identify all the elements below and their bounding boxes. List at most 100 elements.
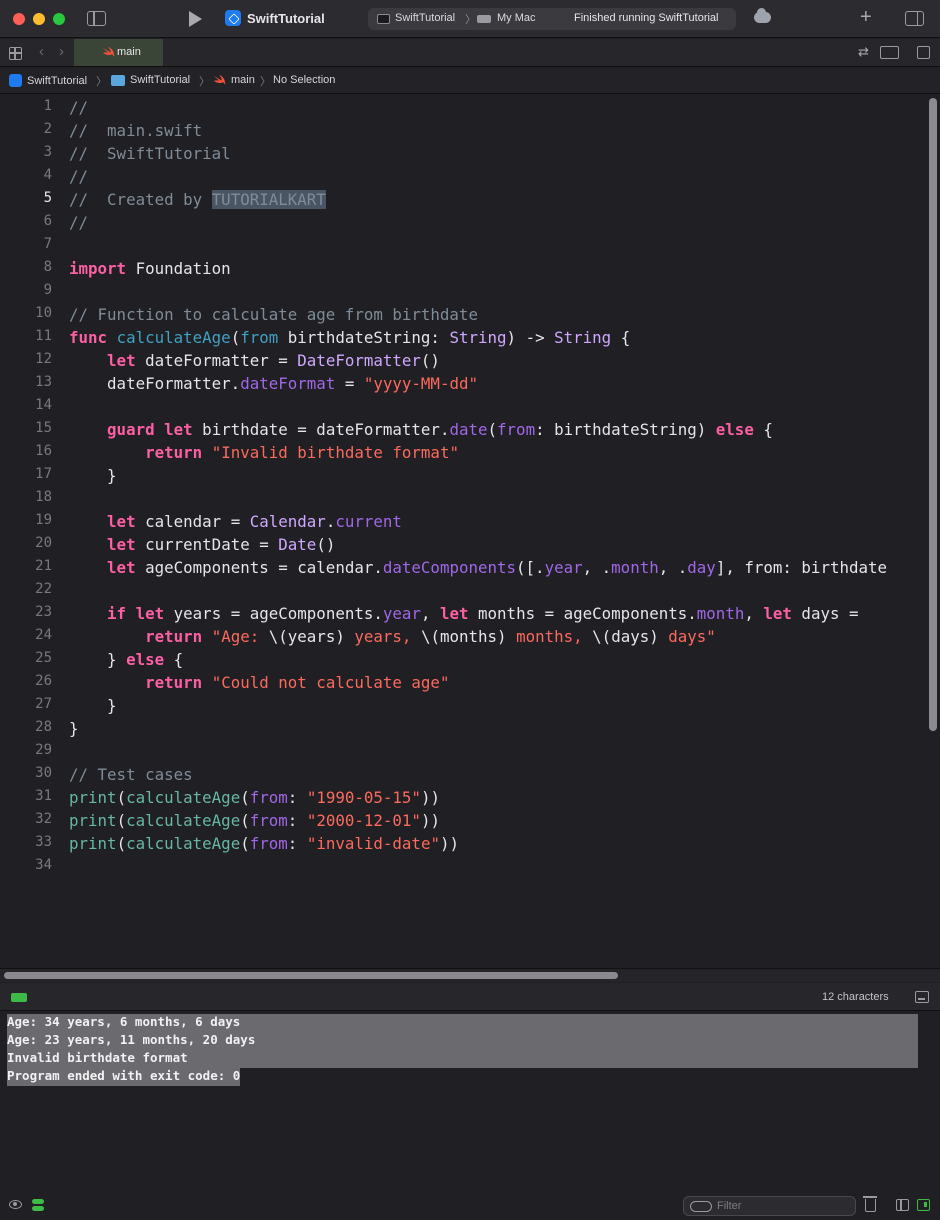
related-items-icon[interactable] — [9, 47, 22, 60]
console-filter-field[interactable]: Filter — [683, 1196, 856, 1216]
code-line[interactable]: } — [69, 719, 79, 738]
horizontal-scrollbar[interactable] — [4, 972, 618, 979]
breadcrumb-project[interactable]: SwiftTutorial — [9, 74, 87, 87]
code-line[interactable]: print(calculateAge(from: "invalid-date")… — [69, 834, 459, 853]
forward-icon[interactable]: › — [59, 43, 64, 60]
code-line[interactable]: // SwiftTutorial — [69, 144, 231, 163]
show-console-icon[interactable] — [917, 1199, 930, 1211]
minimize-window-button[interactable] — [33, 13, 45, 25]
scheme-selector[interactable]: SwiftTutorial — [395, 12, 455, 24]
line-number: 11 — [35, 328, 52, 344]
filter-icon[interactable] — [690, 1201, 712, 1212]
debug-bar: 12 characters — [0, 983, 940, 1011]
code-line[interactable]: dateFormatter.dateFormat = "yyyy-MM-dd" — [69, 374, 478, 393]
code-line[interactable]: // Created by TUTORIALKART — [69, 190, 326, 209]
code-line[interactable]: func calculateAge(from birthdateString: … — [69, 328, 630, 347]
selection-char-count: 12 characters — [822, 991, 889, 1003]
breadcrumb-file-label: main — [231, 74, 255, 86]
line-number: 23 — [35, 604, 52, 620]
code-line[interactable]: // Test cases — [69, 765, 193, 784]
window-toolbar: SwiftTutorial SwiftTutorial 〉 My Mac Fin… — [0, 0, 940, 38]
breadcrumb-selection-label: No Selection — [273, 74, 336, 86]
line-number-gutter: 1 2 3 4 5 6 7 8 9 10 11 12 13 14 15 16 17 18 19 20 21 22 23 24 2… — [0, 95, 58, 968]
code-line[interactable]: } else { — [69, 650, 183, 669]
cloud-icon[interactable] — [754, 8, 771, 23]
line-number: 7 — [43, 236, 52, 252]
console-line: Age: 34 years, 6 months, 6 days — [7, 1014, 918, 1032]
code-line[interactable]: // — [69, 213, 88, 232]
code-line[interactable]: print(calculateAge(from: "2000-12-01")) — [69, 811, 440, 830]
source-editor[interactable]: 1 2 3 4 5 6 7 8 9 10 11 12 13 14 15 16 17 18 19 20 21 22 23 24 2… — [0, 95, 940, 968]
chevron-right-icon: 〉 — [96, 76, 107, 88]
line-number: 3 — [43, 144, 52, 160]
code-line[interactable]: return "Invalid birthdate format" — [69, 443, 459, 462]
line-number: 5 — [43, 190, 52, 206]
code-line[interactable]: return "Age: \(years) years, \(months) m… — [69, 627, 716, 646]
code-line[interactable]: // — [69, 98, 88, 117]
xcode-app-icon — [225, 10, 241, 26]
code-line[interactable]: } — [69, 466, 117, 485]
console-output[interactable]: Age: 34 years, 6 months, 6 days Age: 23 y… — [0, 1012, 940, 1190]
zoom-window-button[interactable] — [53, 13, 65, 25]
line-number: 34 — [35, 857, 52, 873]
hide-debug-area-icon[interactable] — [915, 991, 929, 1003]
activity-status: Finished running SwiftTutorial — [574, 12, 719, 24]
code-line[interactable]: } — [69, 696, 117, 715]
code-line[interactable]: // main.swift — [69, 121, 202, 140]
line-number: 6 — [43, 213, 52, 229]
filter-placeholder: Filter — [717, 1200, 742, 1212]
editor-options-icon[interactable] — [880, 46, 899, 59]
vertical-scrollbar[interactable] — [929, 98, 937, 731]
code-line[interactable]: guard let birthdate = dateFormatter.date… — [69, 420, 773, 439]
line-number: 22 — [35, 581, 52, 597]
show-variables-view-icon[interactable] — [896, 1199, 909, 1211]
variables-view-icon[interactable] — [32, 1199, 44, 1212]
navigator-toggle-icon[interactable] — [87, 11, 106, 26]
line-number: 1 — [43, 98, 52, 114]
swift-file-icon — [214, 74, 226, 85]
code-line[interactable]: // — [69, 167, 88, 186]
line-number: 19 — [35, 512, 52, 528]
line-number: 2 — [43, 121, 52, 137]
swap-icon[interactable]: ⇄ — [858, 44, 869, 60]
line-number: 28 — [35, 719, 52, 735]
add-icon[interactable]: + — [860, 6, 872, 29]
tab-label: main — [117, 46, 141, 58]
code-line[interactable]: import Foundation — [69, 259, 231, 278]
breadcrumb-selection[interactable]: No Selection — [273, 74, 335, 86]
code-line[interactable]: if let years = ageComponents.year, let m… — [69, 604, 858, 623]
line-number: 4 — [43, 167, 52, 183]
line-number: 18 — [35, 489, 52, 505]
eye-icon[interactable] — [9, 1200, 22, 1209]
line-number: 27 — [35, 696, 52, 712]
breadcrumb-file[interactable]: main — [213, 74, 255, 86]
code-line[interactable]: let calendar = Calendar.current — [69, 512, 402, 531]
code-line[interactable]: let currentDate = Date() — [69, 535, 335, 554]
chevron-right-icon: 〉 — [260, 76, 271, 88]
console-bottom-bar: Filter — [0, 1191, 940, 1220]
line-number: 24 — [35, 627, 52, 643]
console-line: Invalid birthdate format — [7, 1050, 918, 1068]
close-window-button[interactable] — [13, 13, 25, 25]
code-area[interactable]: // // main.swift // SwiftTutorial // // Crea… — [69, 95, 940, 968]
line-number: 14 — [35, 397, 52, 413]
code-line[interactable]: print(calculateAge(from: "1990-05-15")) — [69, 788, 440, 807]
inspector-toggle-icon[interactable] — [905, 11, 924, 26]
line-number: 13 — [35, 374, 52, 390]
tab-main[interactable]: main — [74, 39, 163, 66]
line-number: 20 — [35, 535, 52, 551]
code-line[interactable]: // Function to calculate age from birthd… — [69, 305, 478, 324]
run-icon[interactable] — [189, 11, 202, 27]
code-line[interactable]: let ageComponents = calendar.dateCompone… — [69, 558, 887, 577]
line-number: 17 — [35, 466, 52, 482]
destination-selector[interactable]: My Mac — [497, 12, 536, 24]
breadcrumb-folder[interactable]: SwiftTutorial — [111, 74, 190, 86]
code-line[interactable]: return "Could not calculate age" — [69, 673, 449, 692]
folder-icon — [111, 74, 125, 86]
console-line: Program ended with exit code: 0 — [7, 1068, 241, 1086]
trash-icon[interactable] — [863, 1196, 877, 1212]
code-line[interactable]: let dateFormatter = DateFormatter() — [69, 351, 440, 370]
back-icon[interactable]: ‹ — [39, 43, 44, 60]
add-editor-icon[interactable] — [917, 46, 930, 59]
scheme-destination-status[interactable]: SwiftTutorial 〉 My Mac Finished running … — [368, 8, 736, 30]
